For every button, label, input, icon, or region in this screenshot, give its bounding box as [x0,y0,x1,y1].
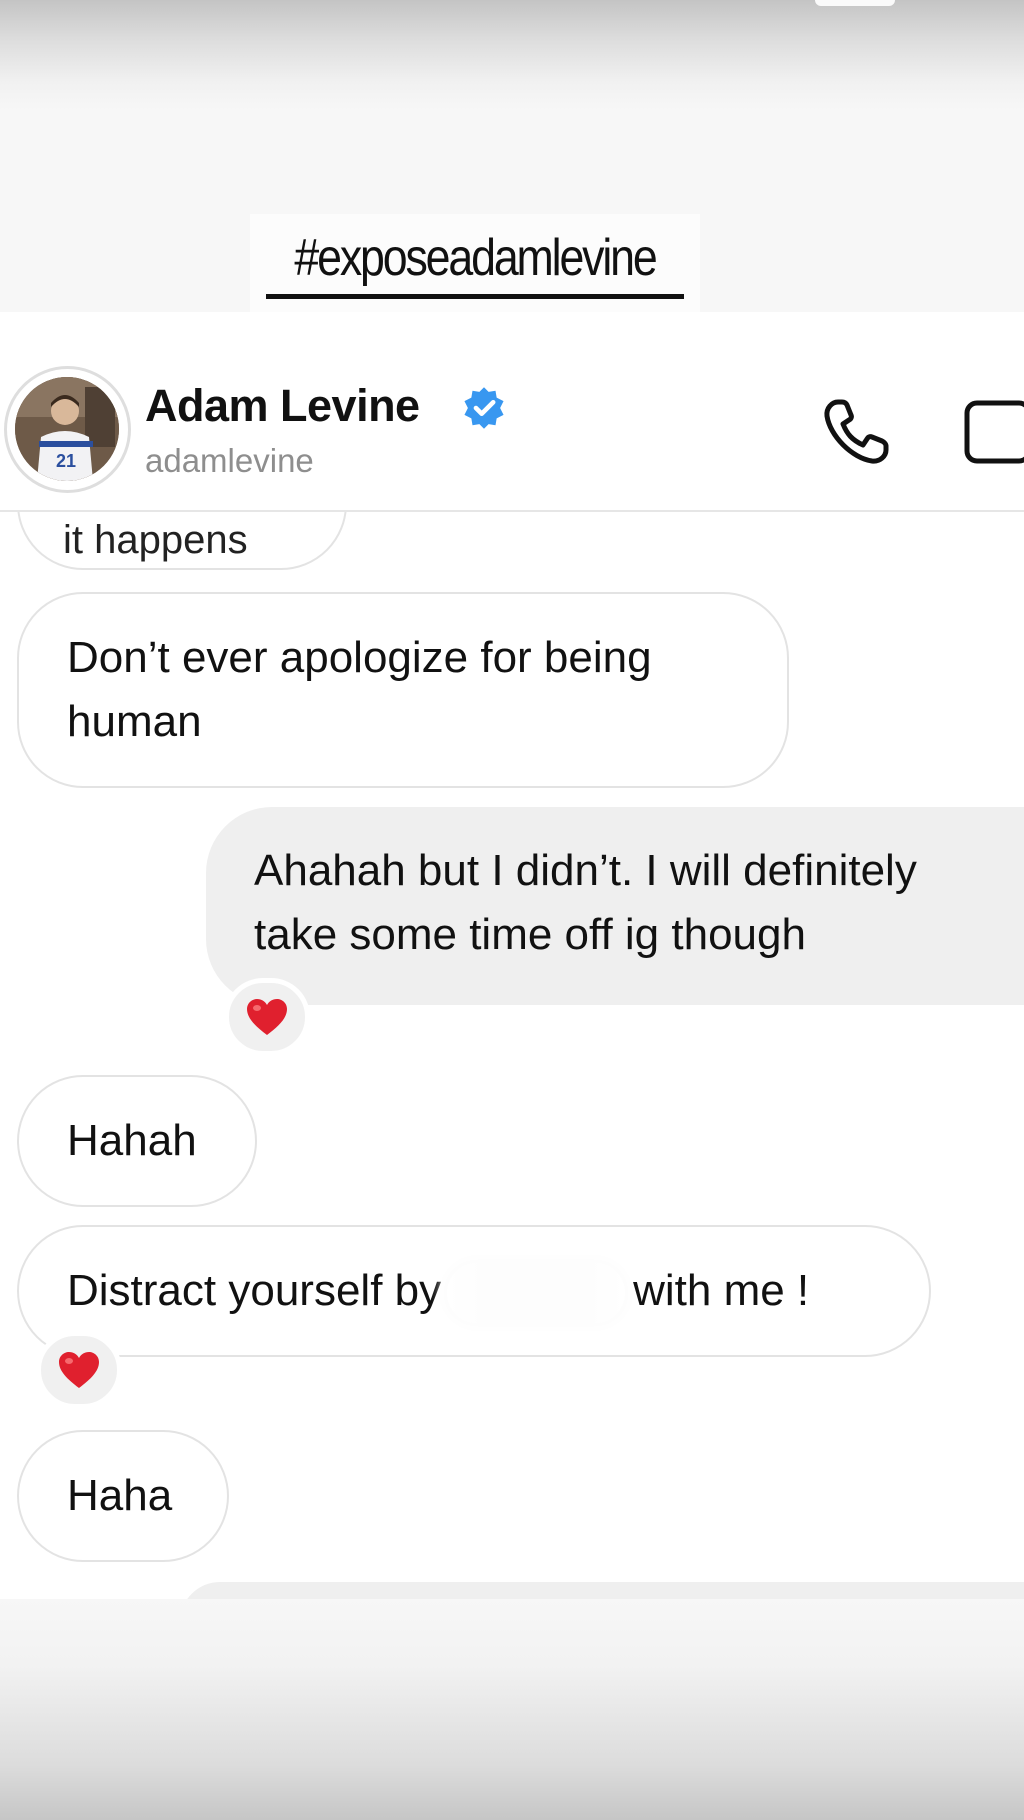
heart-icon [247,999,287,1035]
message-text: Distract yourself by [67,1266,442,1315]
message-bubble-sent[interactable]: Ahahah but I didn’t. I will definitely t… [206,807,1024,1005]
avatar-photo-icon: 21 [15,377,119,481]
message-text-line: take some time off ig though [254,910,806,959]
verified-badge-icon [464,387,504,429]
message-text: it happens [63,518,248,562]
hashtag-underline [266,294,684,299]
message-bubble-received[interactable]: Hahah [17,1075,257,1207]
message-bubble-received[interactable]: Don’t ever apologize for being human [17,592,789,788]
hashtag-sticker[interactable]: #exposeadamlevine [250,214,700,312]
dm-screenshot: 21 Adam Levine adamlevine it happens Don… [0,312,1024,1599]
heart-reaction[interactable] [224,978,310,1056]
message-bubble-received[interactable]: Distract yourself by with me ! [17,1225,931,1357]
message-text: with me ! [633,1266,810,1315]
story-progress-indicator [815,0,895,6]
message-bubble-received[interactable]: Haha [17,1430,229,1562]
hashtag-text: #exposeadamlevine [294,229,657,287]
heart-reaction[interactable] [36,1331,122,1409]
message-bubble-sent-cutoff [180,1582,1024,1599]
message-text: Haha [67,1471,173,1520]
message-text-line: human [67,697,202,746]
video-camera-icon[interactable] [964,399,1024,465]
redacted-text-blur [447,1263,626,1324]
phone-icon[interactable] [818,394,894,470]
message-text-line: Ahahah but I didn’t. I will definitely [254,846,917,895]
heart-icon [59,1352,99,1388]
avatar[interactable]: 21 [15,377,119,481]
message-text-line: Don’t ever apologize for being [67,633,652,682]
username: adamlevine [145,442,314,479]
svg-text:21: 21 [56,451,76,471]
message-text: Hahah [67,1116,197,1165]
story-bottom-overlay [0,1599,1024,1820]
display-name[interactable]: Adam Levine [145,380,420,432]
chat-header: 21 Adam Levine adamlevine [0,312,1024,512]
story-top-overlay [0,0,1024,110]
